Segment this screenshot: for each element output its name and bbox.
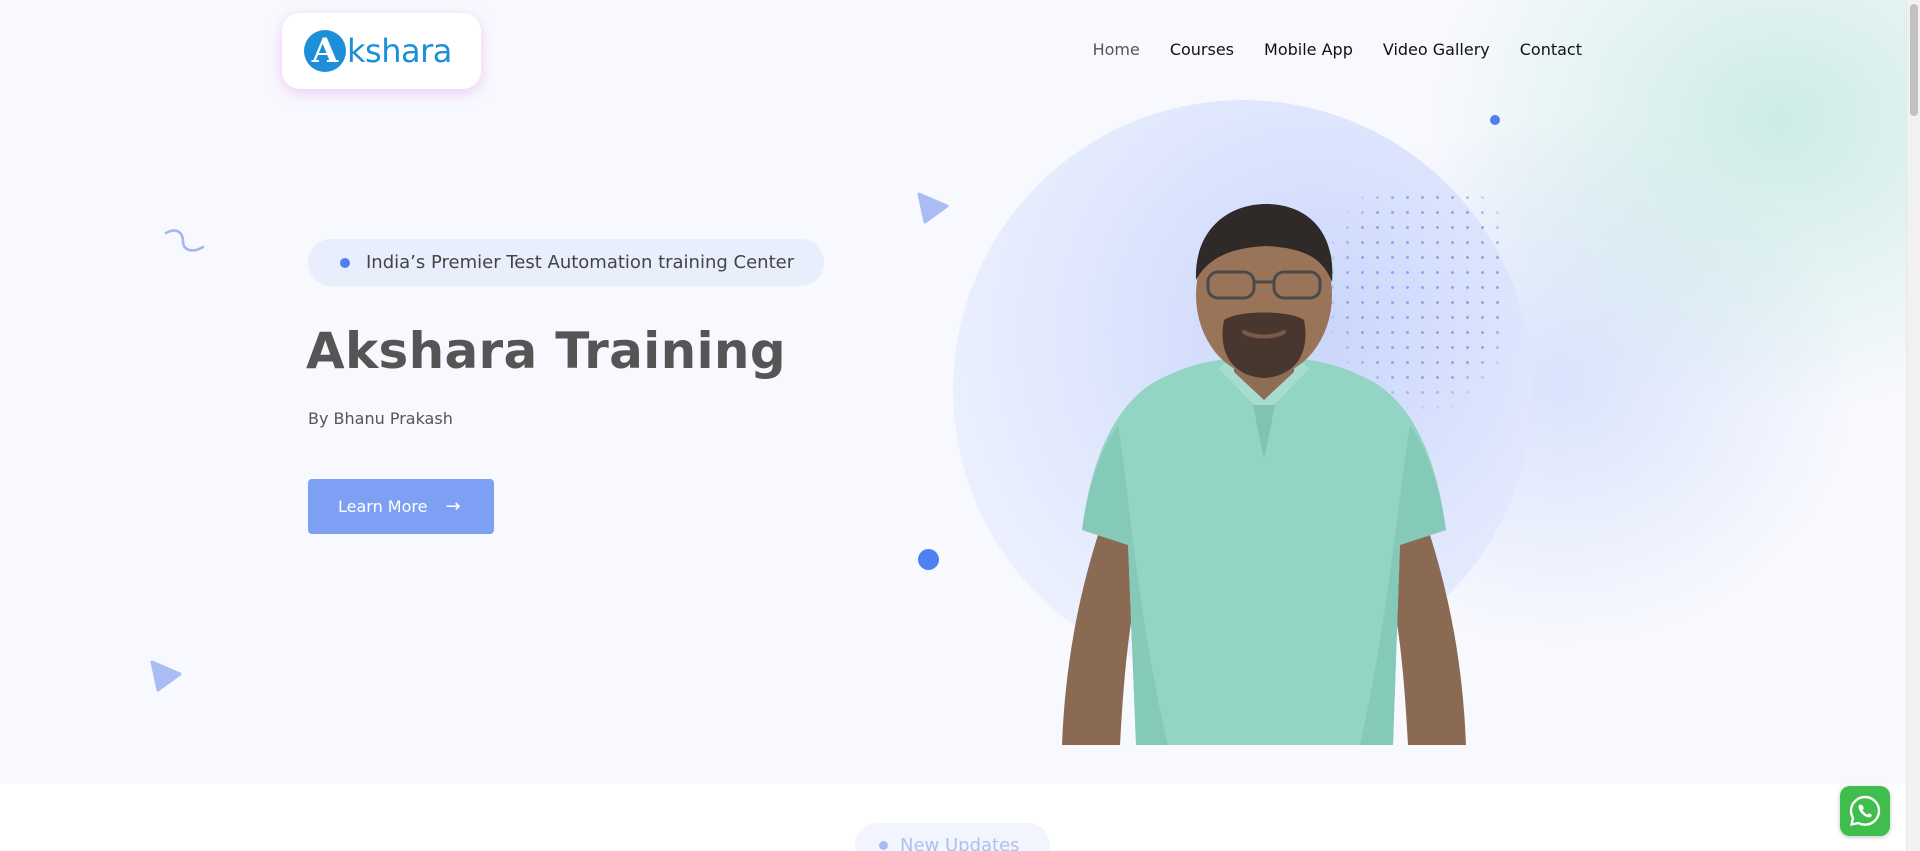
nav-item-mobile-app[interactable]: Mobile App: [1264, 40, 1353, 59]
learn-more-button[interactable]: Learn More →: [308, 479, 494, 534]
arrow-right-icon: →: [445, 496, 461, 517]
hero-badge: India’s Premier Test Automation training…: [308, 239, 824, 286]
nav-item-courses[interactable]: Courses: [1170, 40, 1234, 59]
dot-shape-small: [1490, 115, 1500, 125]
brand-logo[interactable]: A kshara: [282, 13, 481, 89]
new-updates-pill: New Updates: [855, 823, 1050, 851]
squiggle-shape: [164, 229, 205, 252]
main-nav: Home Courses Mobile App Video Gallery Co…: [1093, 40, 1582, 59]
scrollbar-thumb[interactable]: [1910, 4, 1918, 116]
badge-text: India’s Premier Test Automation training…: [366, 252, 795, 273]
hero-section: A kshara Home Courses Mobile App Video G…: [0, 0, 1906, 784]
updates-dot-icon: [879, 840, 888, 850]
whatsapp-icon[interactable]: [1840, 786, 1890, 836]
triangle-shape-bottom: [150, 660, 182, 692]
instructor-photo: [1048, 200, 1480, 745]
learn-more-label: Learn More: [338, 497, 428, 516]
page-scrollbar[interactable]: [1906, 0, 1920, 851]
badge-dot-icon: [340, 257, 350, 268]
hero-subtitle: By Bhanu Prakash: [308, 409, 453, 428]
dot-shape-large: [918, 549, 939, 570]
nav-item-home[interactable]: Home: [1093, 40, 1140, 59]
logo-mark: A: [304, 30, 346, 72]
hero-title: Akshara Training: [306, 322, 786, 380]
triangle-shape-top: [917, 192, 949, 224]
nav-item-video-gallery[interactable]: Video Gallery: [1383, 40, 1490, 59]
logo-text: kshara: [347, 32, 452, 70]
nav-item-contact[interactable]: Contact: [1520, 40, 1582, 59]
new-updates-label: New Updates: [900, 834, 1020, 851]
